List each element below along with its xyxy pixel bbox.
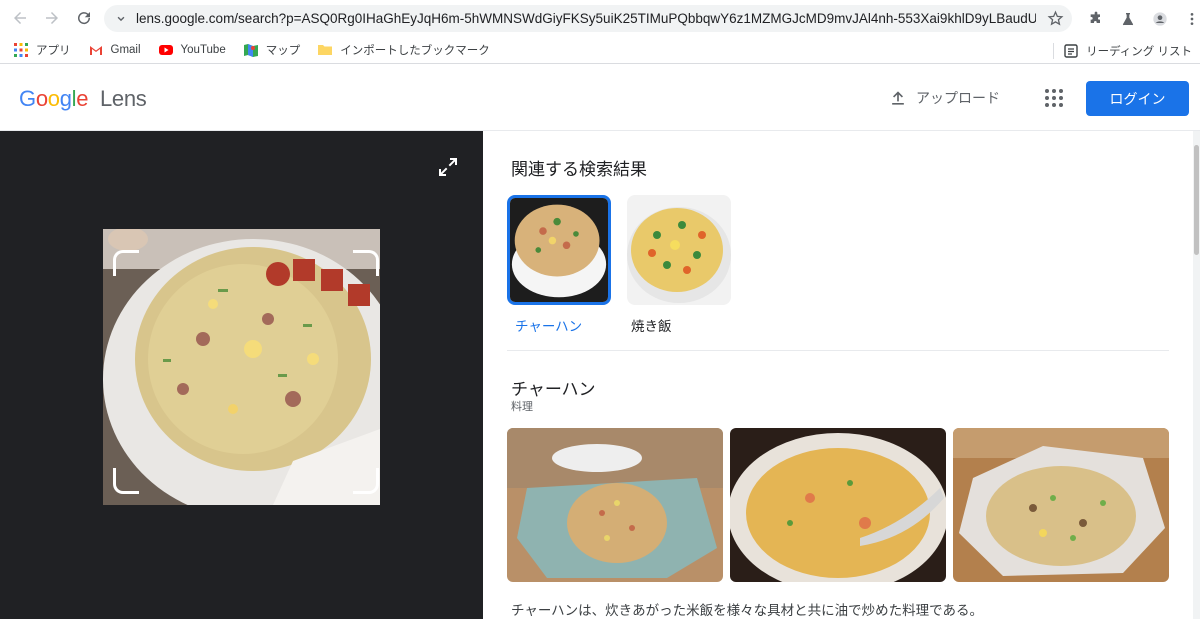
bookmark-label: アプリ (36, 44, 71, 57)
upload-button[interactable]: アップロード (888, 88, 1000, 108)
reload-button[interactable] (68, 2, 100, 34)
bookmark-youtube[interactable]: YouTube (158, 43, 226, 57)
gallery-image-2[interactable] (730, 428, 946, 582)
scrollbar-thumb[interactable] (1194, 145, 1199, 255)
puzzle-icon (1090, 11, 1100, 23)
crop-handle-top-right[interactable] (353, 250, 379, 276)
related-label-chahan[interactable]: チャーハン (515, 315, 582, 335)
query-image[interactable] (103, 229, 380, 505)
bookmark-label: Gmail (110, 43, 141, 56)
browser-menu-button[interactable] (1178, 5, 1200, 32)
related-thumb-yakimeshi[interactable] (627, 195, 731, 305)
chahan-thumbnail (510, 198, 608, 302)
entity-description: チャーハンは、炊きあがった米飯を様々な具材と共に油で炒めた料理である。 (511, 603, 983, 619)
chahan-plate-photo (953, 428, 1169, 582)
fullscreen-icon[interactable] (436, 155, 460, 179)
chahan-spoon-photo (730, 428, 946, 582)
lens-header: Google Lens アップロード ログイン (0, 64, 1200, 131)
upload-label: アップロード (916, 91, 1000, 107)
youtube-icon (158, 44, 173, 55)
entity-title: チャーハン (511, 380, 596, 400)
chahan-photo (507, 428, 723, 582)
image-preview-pane (0, 131, 483, 619)
gmail-icon (89, 45, 102, 55)
bookmark-maps[interactable]: マップ (243, 42, 301, 58)
gallery-image-1[interactable] (507, 428, 723, 582)
arrow-left-icon (14, 12, 26, 24)
results-scrollbar[interactable] (1193, 131, 1200, 619)
google-wordmark: Google (19, 86, 89, 111)
yakimeshi-thumbnail (627, 195, 731, 305)
section-divider (507, 350, 1169, 351)
forward-button[interactable] (36, 2, 68, 34)
entity-subtitle: 料理 (511, 400, 533, 413)
lab-button[interactable] (1114, 5, 1142, 32)
bookmark-gmail[interactable]: Gmail (89, 43, 141, 57)
url-text[interactable]: lens.google.com/search?p=ASQ0Rg0IHaGhEyJ… (136, 11, 1036, 26)
related-label-yakimeshi[interactable]: 焼き飯 (631, 315, 672, 335)
crop-handle-top-left[interactable] (113, 250, 139, 276)
reading-list-label: リーディング リスト (1086, 46, 1192, 58)
related-thumb-chahan[interactable] (507, 195, 611, 305)
google-apps-icon[interactable] (1044, 88, 1064, 108)
bookmark-imported[interactable]: インポートしたブックマーク (318, 42, 490, 58)
divider (1053, 43, 1055, 59)
extension-area (1082, 5, 1200, 32)
maps-icon (243, 43, 258, 57)
bookmarks-bar: アプリ Gmail YouTube マップ インポートしたブックマーク リーディ… (0, 36, 1200, 64)
apps-grid-icon (14, 42, 28, 57)
fried-rice-photo (103, 229, 380, 505)
results-pane: 関連する検索結果 チャーハン 焼き飯 チャーハン 料理 チャーハンは、炊きあがっ… (483, 131, 1200, 619)
back-button[interactable] (4, 2, 36, 34)
lens-wordmark: Lens (99, 86, 147, 111)
bookmark-label: YouTube (180, 43, 226, 56)
related-results-heading: 関連する検索結果 (511, 160, 647, 180)
arrow-right-icon (46, 12, 58, 24)
bookmark-label: マップ (265, 44, 301, 57)
address-bar[interactable]: lens.google.com/search?p=ASQ0Rg0IHaGhEyJ… (104, 5, 1072, 32)
account-icon (1153, 11, 1167, 26)
crop-handle-bottom-right[interactable] (353, 468, 379, 494)
reading-list-icon (1064, 44, 1078, 58)
bookmark-apps[interactable]: アプリ (14, 42, 71, 58)
extensions-button[interactable] (1082, 5, 1110, 32)
login-button[interactable]: ログイン (1086, 81, 1189, 116)
gallery-image-3[interactable] (953, 428, 1169, 582)
bookmark-star-icon[interactable] (1047, 10, 1064, 27)
flask-icon (1122, 12, 1134, 25)
crop-handle-bottom-left[interactable] (113, 468, 139, 494)
chevron-down-icon[interactable] (114, 12, 128, 26)
folder-icon (318, 44, 333, 55)
bookmark-label: インポートしたブックマーク (340, 44, 490, 57)
upload-icon (892, 91, 904, 105)
google-lens-logo[interactable]: Google Lens (19, 86, 147, 112)
more-vert-icon (1190, 12, 1194, 25)
profile-button[interactable] (1146, 5, 1174, 32)
reload-icon (78, 12, 91, 25)
reading-list-button[interactable]: リーディング リスト (1053, 43, 1192, 59)
